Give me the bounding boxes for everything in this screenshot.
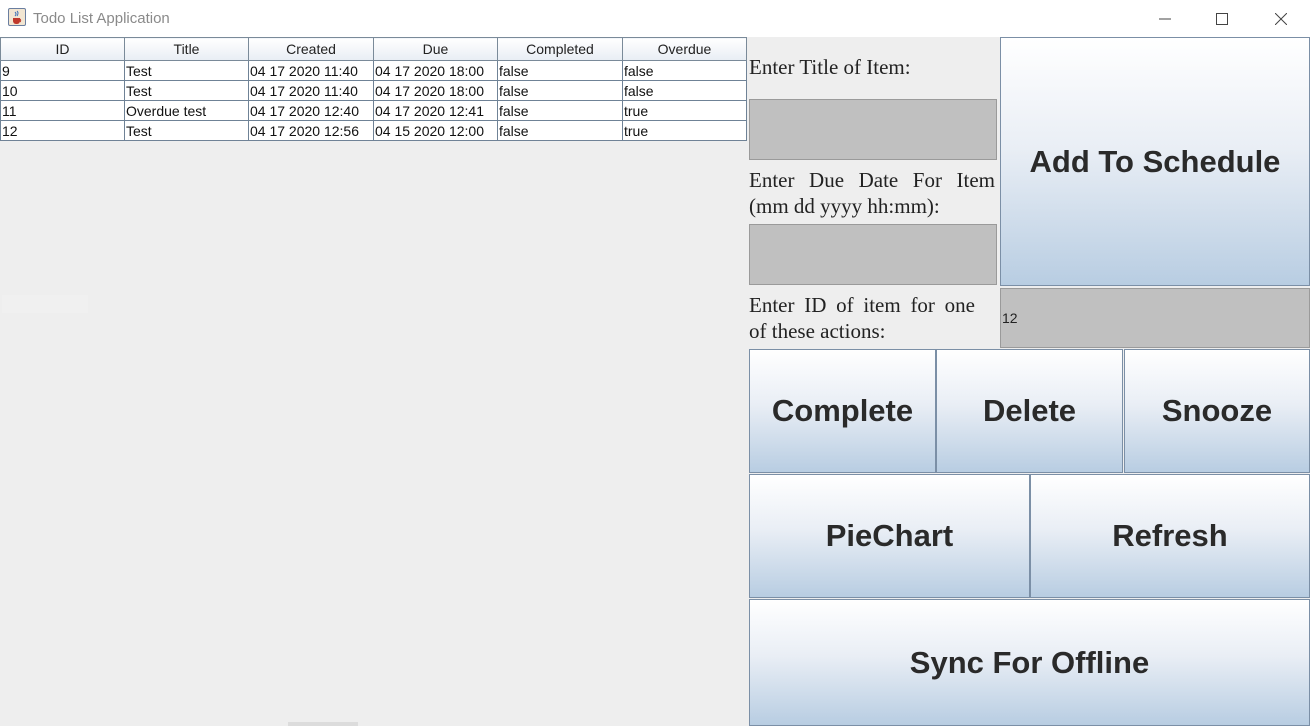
cell-completed[interactable]: false [497,100,623,121]
cell-overdue[interactable]: true [622,100,747,121]
cell-overdue[interactable]: false [622,60,747,81]
column-header-title[interactable]: Title [124,37,249,61]
snooze-button[interactable]: Snooze [1124,349,1310,473]
minimize-button[interactable] [1142,0,1188,37]
cell-completed[interactable]: false [497,80,623,101]
cell-completed[interactable]: false [497,120,623,141]
cell-title[interactable]: Test [124,120,249,141]
table-header-row: ID Title Created Due Completed Overdue [0,37,747,61]
java-cup-icon [8,8,26,26]
due-date-field[interactable] [749,224,997,285]
cell-title[interactable]: Overdue test [124,100,249,121]
refresh-button[interactable]: Refresh [1030,474,1310,598]
title-input[interactable] [750,100,996,159]
close-icon [1275,12,1287,25]
item-id-label: Enter ID of item for one of these action… [749,293,975,343]
minimize-icon [1159,18,1171,19]
cell-created[interactable]: 04 17 2020 12:40 [248,100,374,121]
todo-table: ID Title Created Due Completed Overdue 9… [0,37,747,141]
maximize-button[interactable] [1199,0,1245,37]
add-to-schedule-button[interactable]: Add To Schedule [1000,37,1310,286]
table-row[interactable]: 10 Test 04 17 2020 11:40 04 17 2020 18:0… [0,80,747,101]
control-panel: Enter Title of Item: Enter Due Date For … [747,37,1310,726]
column-header-id[interactable]: ID [0,37,125,61]
todo-table-area: ID Title Created Due Completed Overdue 9… [0,37,747,726]
column-header-overdue[interactable]: Overdue [622,37,747,61]
cell-created[interactable]: 04 17 2020 11:40 [248,60,374,81]
table-row[interactable]: 9 Test 04 17 2020 11:40 04 17 2020 18:00… [0,60,747,81]
column-header-created[interactable]: Created [248,37,374,61]
due-date-input[interactable] [750,225,996,284]
item-id-field[interactable] [1000,288,1310,348]
table-row[interactable]: 12 Test 04 17 2020 12:56 04 15 2020 12:0… [0,120,747,141]
bottom-scrollbar[interactable] [288,722,358,726]
delete-button[interactable]: Delete [936,349,1123,473]
cell-id[interactable]: 9 [0,60,125,81]
cell-id[interactable]: 11 [0,100,125,121]
cell-created[interactable]: 04 17 2020 12:56 [248,120,374,141]
item-id-input[interactable] [1001,289,1309,347]
title-bar: Todo List Application [0,0,1310,37]
cell-id[interactable]: 10 [0,80,125,101]
cell-title[interactable]: Test [124,80,249,101]
cell-overdue[interactable]: false [622,80,747,101]
column-header-due[interactable]: Due [373,37,498,61]
sync-offline-button[interactable]: Sync For Offline [749,599,1310,726]
maximize-icon [1216,12,1228,25]
title-field[interactable] [749,99,997,160]
cell-due[interactable]: 04 17 2020 18:00 [373,60,498,81]
complete-button[interactable]: Complete [749,349,936,473]
due-date-label: Enter Due Date For Item (mm dd yyyy hh:m… [749,168,995,218]
cell-id[interactable]: 12 [0,120,125,141]
piechart-button[interactable]: PieChart [749,474,1030,598]
ghost-overlay [2,295,88,313]
cell-due[interactable]: 04 17 2020 18:00 [373,80,498,101]
table-row[interactable]: 11 Overdue test 04 17 2020 12:40 04 17 2… [0,100,747,121]
cell-created[interactable]: 04 17 2020 11:40 [248,80,374,101]
cell-due[interactable]: 04 15 2020 12:00 [373,120,498,141]
close-button[interactable] [1258,0,1304,37]
cell-completed[interactable]: false [497,60,623,81]
cell-title[interactable]: Test [124,60,249,81]
window-title: Todo List Application [33,10,170,27]
title-label: Enter Title of Item: [749,55,911,79]
column-header-completed[interactable]: Completed [497,37,623,61]
cell-overdue[interactable]: true [622,120,747,141]
cell-due[interactable]: 04 17 2020 12:41 [373,100,498,121]
